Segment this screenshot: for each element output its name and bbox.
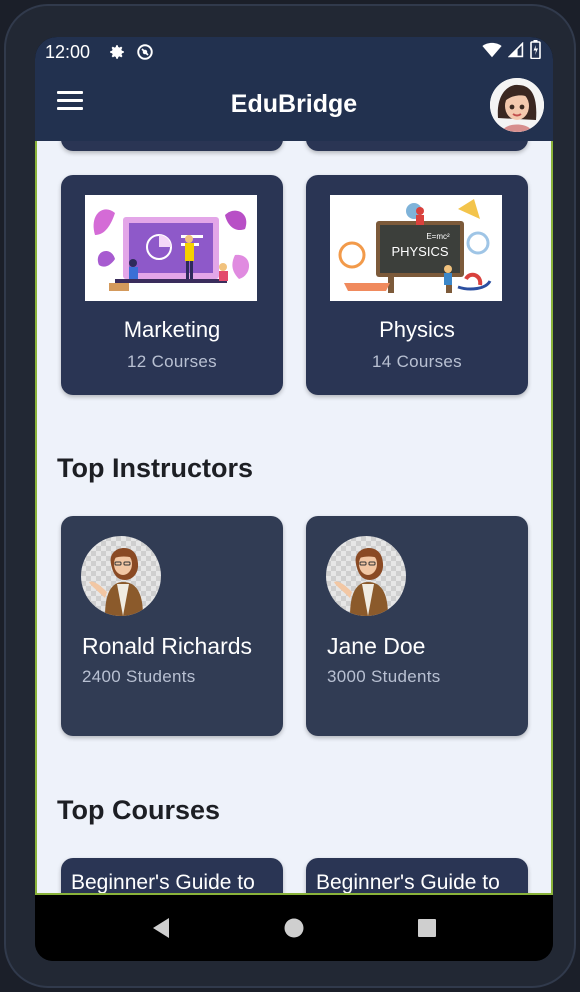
home-button[interactable] (274, 908, 314, 948)
back-button[interactable] (141, 908, 181, 948)
physics-formula-text: E=mc² (426, 232, 450, 241)
category-course-count: 14 Courses (372, 352, 462, 371)
instructor-name: Ronald Richards (82, 633, 253, 659)
category-title: Physics (379, 317, 455, 342)
instructor-avatar (81, 536, 161, 616)
course-card[interactable]: Beginner's Guide to (61, 858, 283, 894)
instructor-card[interactable]: Ronald Richards 2400 Students (61, 516, 283, 736)
category-course-count: 12 Courses (127, 352, 217, 371)
home-circle-icon (284, 918, 304, 938)
system-nav-bar (35, 895, 553, 961)
woman-avatar-icon (490, 78, 544, 132)
instructor-avatar (326, 536, 406, 616)
category-card-physics[interactable]: PHYSICS E=mc² Physics 14 Courses (306, 175, 528, 395)
phone-screen: 12:00 EduBridge Marketing 12 Courses PHY… (35, 37, 553, 961)
app-title: EduBridge (230, 89, 358, 118)
physics-board-text: PHYSICS (391, 244, 448, 259)
physics-image-icon: PHYSICS E=mc² (330, 195, 502, 301)
signal-icon (507, 41, 524, 63)
sync-icon (136, 43, 154, 61)
course-title: Beginner's Guide to (316, 871, 500, 894)
category-card-marketing[interactable]: Marketing 12 Courses (61, 175, 283, 395)
back-triangle-icon (153, 918, 170, 938)
top-instructors-heading: Top Instructors (57, 453, 254, 483)
status-time: 12:00 (45, 41, 91, 62)
recents-square-icon (417, 919, 436, 937)
settings-icon (108, 43, 126, 61)
category-card-partial[interactable] (306, 141, 528, 151)
top-courses-heading: Top Courses (57, 795, 221, 825)
instructor-name: Jane Doe (327, 633, 426, 659)
instructor-card[interactable]: Jane Doe 3000 Students (306, 516, 528, 736)
instructor-photo-icon (89, 547, 143, 616)
app-bar: EduBridge (35, 67, 553, 141)
main-content[interactable]: Marketing 12 Courses PHYSICS E=mc² Physi… (35, 141, 553, 895)
instructor-student-count: 3000 Students (327, 667, 441, 686)
battery-icon (530, 40, 541, 64)
recents-button[interactable] (407, 908, 447, 948)
menu-icon-line (57, 99, 83, 102)
menu-icon-line (57, 107, 83, 110)
profile-avatar[interactable] (490, 78, 544, 132)
marketing-illustration (85, 195, 257, 301)
physics-illustration: PHYSICS E=mc² (330, 195, 502, 301)
instructor-photo-icon (334, 547, 388, 616)
course-card[interactable]: Beginner's Guide to (306, 858, 528, 894)
device-frame: 12:00 EduBridge Marketing 12 Courses PHY… (4, 4, 576, 988)
menu-icon-line (57, 91, 83, 94)
category-card-partial[interactable] (61, 141, 283, 151)
status-indicators (482, 40, 541, 64)
course-title: Beginner's Guide to (71, 871, 255, 894)
instructor-student-count: 2400 Students (82, 667, 196, 686)
marketing-image-icon (85, 195, 257, 301)
menu-button[interactable] (57, 91, 83, 113)
category-title: Marketing (123, 317, 221, 342)
wifi-icon (482, 42, 502, 63)
status-bar: 12:00 (35, 37, 553, 67)
